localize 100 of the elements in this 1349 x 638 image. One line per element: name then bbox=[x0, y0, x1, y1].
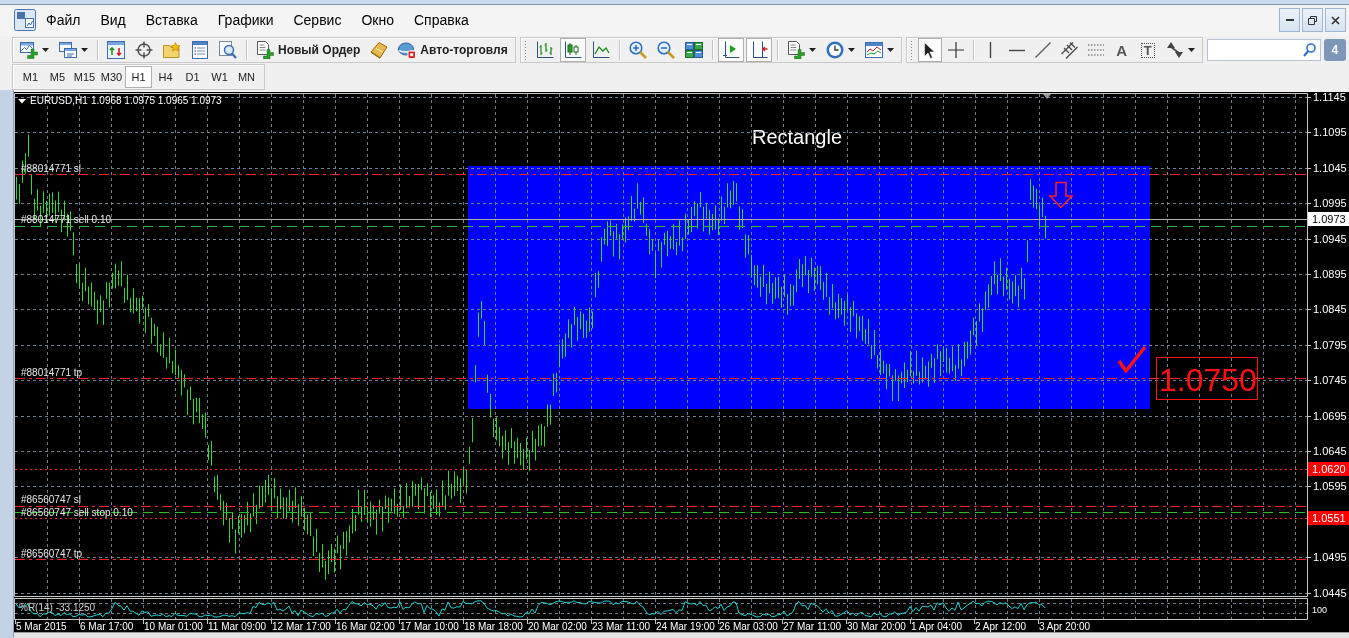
menu-item[interactable]: Вставка bbox=[135, 8, 208, 32]
restore-button[interactable] bbox=[1302, 8, 1323, 32]
price-tag: 1.0973 bbox=[1308, 212, 1349, 226]
price-axis-label: 1.1095 bbox=[1313, 126, 1347, 138]
window-arrows-icon bbox=[107, 41, 125, 59]
price-axis-label: 1.0895 bbox=[1313, 268, 1347, 280]
time-axis-label: 17 Mar 10:00 bbox=[400, 621, 459, 632]
search-field[interactable] bbox=[1206, 39, 1321, 61]
bar-chart-icon bbox=[535, 41, 554, 59]
app-icon bbox=[14, 9, 36, 31]
toolbar-grip[interactable] bbox=[523, 40, 527, 60]
chart-window-icon bbox=[864, 41, 883, 59]
caret-icon bbox=[42, 48, 49, 52]
timeframe-tab[interactable]: M1 bbox=[17, 66, 44, 88]
price-axis-label: 1.0945 bbox=[1313, 233, 1347, 245]
down-arrow-icon bbox=[1048, 181, 1074, 209]
price-axis-label: 1.0595 bbox=[1313, 480, 1347, 492]
time-axis-label: 12 Mar 17:00 bbox=[272, 621, 331, 632]
timeframe-tab[interactable]: M15 bbox=[71, 66, 98, 88]
minimize-button[interactable] bbox=[1279, 8, 1300, 32]
tiles-icon bbox=[684, 41, 703, 59]
order-label: #88014771 tp bbox=[21, 367, 83, 378]
hatched-lines-icon bbox=[1060, 41, 1078, 59]
timeframe-tab[interactable]: M5 bbox=[44, 66, 71, 88]
time-axis-label: 16 Mar 02:00 bbox=[336, 621, 395, 632]
price-axis-label: 1.0695 bbox=[1313, 410, 1347, 422]
cursor-icon bbox=[924, 41, 936, 59]
restore-icon bbox=[1308, 15, 1317, 25]
menu-item[interactable]: Вид bbox=[90, 8, 136, 32]
menu-item[interactable]: Окно bbox=[351, 8, 404, 32]
caret-icon bbox=[886, 48, 894, 52]
crosshair-icon bbox=[947, 42, 964, 58]
time-axis-label: 11 Mar 09:00 bbox=[208, 621, 267, 632]
time-axis-label: 18 Mar 18:00 bbox=[464, 621, 523, 632]
time-axis-label: 26 Mar 03:00 bbox=[719, 621, 778, 632]
price-axis-label: 1.1145 bbox=[1313, 92, 1346, 103]
price-axis-label: 1.0445 bbox=[1313, 587, 1347, 599]
price-axis-label: 1.0745 bbox=[1313, 374, 1347, 386]
price-axis-label: 1.1045 bbox=[1313, 162, 1347, 174]
folder-star-icon bbox=[163, 41, 181, 59]
triangle-down-icon bbox=[18, 99, 26, 104]
toolbar-grip[interactable] bbox=[909, 40, 913, 60]
horizontal-line-icon bbox=[1008, 48, 1025, 52]
target-icon bbox=[135, 41, 153, 59]
timeframe-tab[interactable]: H1 bbox=[125, 66, 152, 88]
zoom-in-icon bbox=[628, 41, 647, 59]
rectangle-label: Rectangle bbox=[752, 126, 843, 148]
text-button[interactable]: A bbox=[1109, 38, 1134, 62]
time-axis-label: 30 Mar 20:00 bbox=[847, 621, 906, 632]
line-chart-icon bbox=[591, 41, 610, 59]
time-axis-label: 2 Apr 12:00 bbox=[975, 621, 1027, 632]
check-icon bbox=[1117, 345, 1147, 373]
chart-shift-button[interactable] bbox=[745, 38, 772, 62]
vertical-line-icon bbox=[989, 42, 993, 58]
scroll-icon bbox=[370, 41, 389, 59]
dotted-lines-icon bbox=[1087, 44, 1104, 56]
symbol-label: EURUSD,H1 bbox=[30, 95, 88, 106]
price-axis-label: 1.0645 bbox=[1313, 445, 1347, 457]
close-button[interactable] bbox=[1325, 8, 1346, 32]
price-axis-label: 1.0795 bbox=[1313, 339, 1347, 351]
new-order-button[interactable]: Новый Ордер bbox=[252, 38, 365, 62]
timeframe-tab[interactable]: D1 bbox=[179, 66, 206, 88]
time-axis-label: 20 Mar 02:00 bbox=[528, 621, 587, 632]
axis-triangle-icon bbox=[721, 41, 740, 59]
timeframe-tab[interactable]: MN bbox=[233, 66, 260, 88]
document-plus-icon bbox=[786, 41, 805, 59]
time-axis-label: 6 Mar 17:00 bbox=[80, 621, 134, 632]
price-tag: 1.0551 bbox=[1308, 511, 1349, 525]
auto-trading-button[interactable]: Авто-торговля bbox=[394, 38, 512, 62]
time-axis-label: 10 Mar 01:00 bbox=[144, 621, 203, 632]
autoscroll-button[interactable] bbox=[717, 38, 744, 62]
cursor-button[interactable] bbox=[917, 38, 942, 62]
caret-icon bbox=[847, 48, 855, 52]
caret-icon bbox=[1187, 48, 1195, 52]
shift-marker-icon bbox=[1043, 94, 1051, 99]
magnifier-icon bbox=[219, 41, 237, 59]
close-icon bbox=[1331, 15, 1340, 25]
time-axis-label: 23 Mar 11:00 bbox=[592, 621, 651, 632]
time-axis-label: 3 Apr 20:00 bbox=[1039, 621, 1091, 632]
candlestick-icon bbox=[563, 41, 582, 59]
timeframe-tab[interactable]: W1 bbox=[206, 66, 233, 88]
windows-icon bbox=[59, 41, 77, 59]
order-label: #86560747 tp bbox=[21, 548, 83, 559]
menu-item[interactable]: Справка bbox=[403, 8, 479, 32]
time-axis-label: 1 Apr 04:00 bbox=[911, 621, 963, 632]
price-axis-label: 1.0995 bbox=[1313, 197, 1347, 209]
menu-item[interactable]: Файл bbox=[36, 8, 91, 32]
search-icon bbox=[1302, 43, 1316, 57]
candlestick-button[interactable] bbox=[559, 38, 586, 62]
menu-item[interactable]: Сервис bbox=[283, 8, 352, 32]
timeframe-tab[interactable]: M30 bbox=[98, 66, 125, 88]
price-tag: 1.0620 bbox=[1308, 462, 1349, 476]
menu-item[interactable]: Графики bbox=[207, 8, 284, 32]
text-label-button[interactable]: T bbox=[1135, 38, 1160, 62]
time-axis-label: 27 Mar 11:00 bbox=[783, 621, 842, 632]
time-axis-label: 5 Mar 2015 bbox=[16, 621, 67, 632]
document-plus-icon bbox=[256, 41, 274, 59]
indicator-axis-label: 100 bbox=[1312, 605, 1328, 615]
price-axis-label: 1.0845 bbox=[1313, 303, 1347, 315]
timeframe-tab[interactable]: H4 bbox=[152, 66, 179, 88]
